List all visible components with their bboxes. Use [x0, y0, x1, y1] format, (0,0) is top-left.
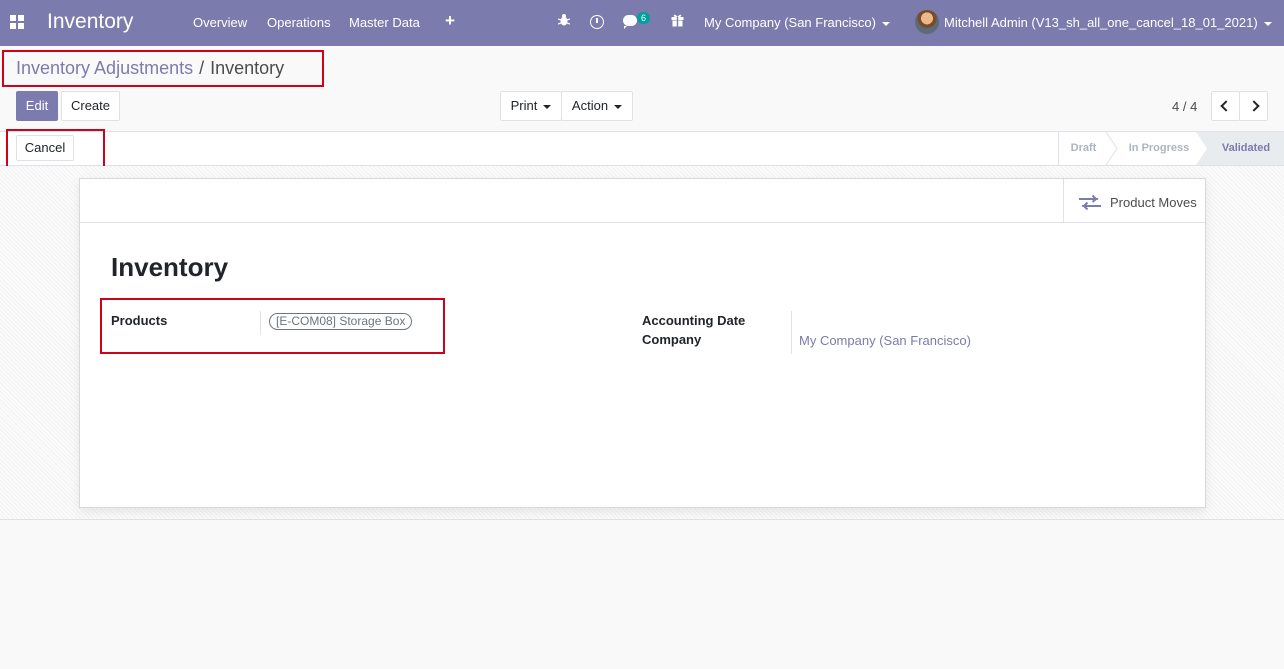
- stage-in-progress: In Progress: [1128, 142, 1190, 154]
- action-dropdown[interactable]: Action: [561, 91, 633, 121]
- chevron-down-icon: [614, 104, 623, 109]
- clock-icon[interactable]: [590, 15, 604, 29]
- chevron-left-icon: [1219, 100, 1232, 112]
- user-name: Mitchell Admin (V13_sh_all_one_cancel_18…: [944, 15, 1258, 30]
- product-moves-label: Product Moves: [1110, 195, 1197, 210]
- smart-button-box: Product Moves: [80, 179, 1205, 223]
- accounting-date-label: Accounting Date: [642, 313, 746, 328]
- company-label: Company: [642, 332, 702, 347]
- create-button[interactable]: Create: [61, 91, 120, 121]
- print-label: Print: [510, 98, 538, 113]
- apps-menu-icon[interactable]: [10, 15, 24, 29]
- chevron-down-icon: [881, 21, 890, 26]
- chat-icon[interactable]: [623, 15, 637, 29]
- top-navbar: Inventory Overview Operations Master Dat…: [0, 0, 1284, 46]
- status-bar: Cancel Draft In Progress Validated: [0, 131, 1284, 166]
- menu-master-data[interactable]: Master Data: [349, 15, 420, 30]
- avatar[interactable]: [915, 10, 939, 34]
- gift-icon[interactable]: [671, 13, 684, 27]
- highlight-box-breadcrumb: [2, 50, 324, 87]
- chevron-down-icon: [1263, 21, 1272, 26]
- exchange-arrows-icon: [1079, 194, 1101, 210]
- highlight-box-products: [100, 298, 445, 354]
- pager-next-button[interactable]: [1239, 91, 1268, 121]
- plus-icon[interactable]: +: [445, 11, 455, 31]
- field-divider: [791, 311, 792, 354]
- user-menu[interactable]: Mitchell Admin (V13_sh_all_one_cancel_18…: [944, 15, 1272, 30]
- pager-value[interactable]: 4 / 4: [1172, 99, 1197, 114]
- highlight-box-cancel: [6, 129, 105, 170]
- chevron-down-icon: [543, 104, 552, 109]
- product-moves-button[interactable]: Product Moves: [1063, 179, 1205, 223]
- pager-previous-button[interactable]: [1211, 91, 1240, 121]
- menu-operations[interactable]: Operations: [267, 15, 331, 30]
- stage-draft: Draft: [1058, 132, 1108, 165]
- bug-icon[interactable]: [558, 13, 570, 27]
- company-value-link[interactable]: My Company (San Francisco): [799, 333, 971, 348]
- page-title: Inventory: [111, 252, 229, 282]
- company-switcher[interactable]: My Company (San Francisco): [704, 15, 890, 30]
- company-name: My Company (San Francisco): [704, 15, 876, 30]
- stage-arrow-separator: [1105, 132, 1118, 165]
- stage-validated: Validated: [1221, 142, 1271, 154]
- menu-overview[interactable]: Overview: [193, 15, 247, 30]
- print-dropdown[interactable]: Print: [500, 91, 562, 121]
- chevron-right-icon: [1247, 100, 1260, 112]
- app-name[interactable]: Inventory: [47, 10, 133, 34]
- message-count-badge: 6: [637, 12, 651, 24]
- action-label: Action: [571, 98, 609, 113]
- edit-button[interactable]: Edit: [16, 91, 58, 121]
